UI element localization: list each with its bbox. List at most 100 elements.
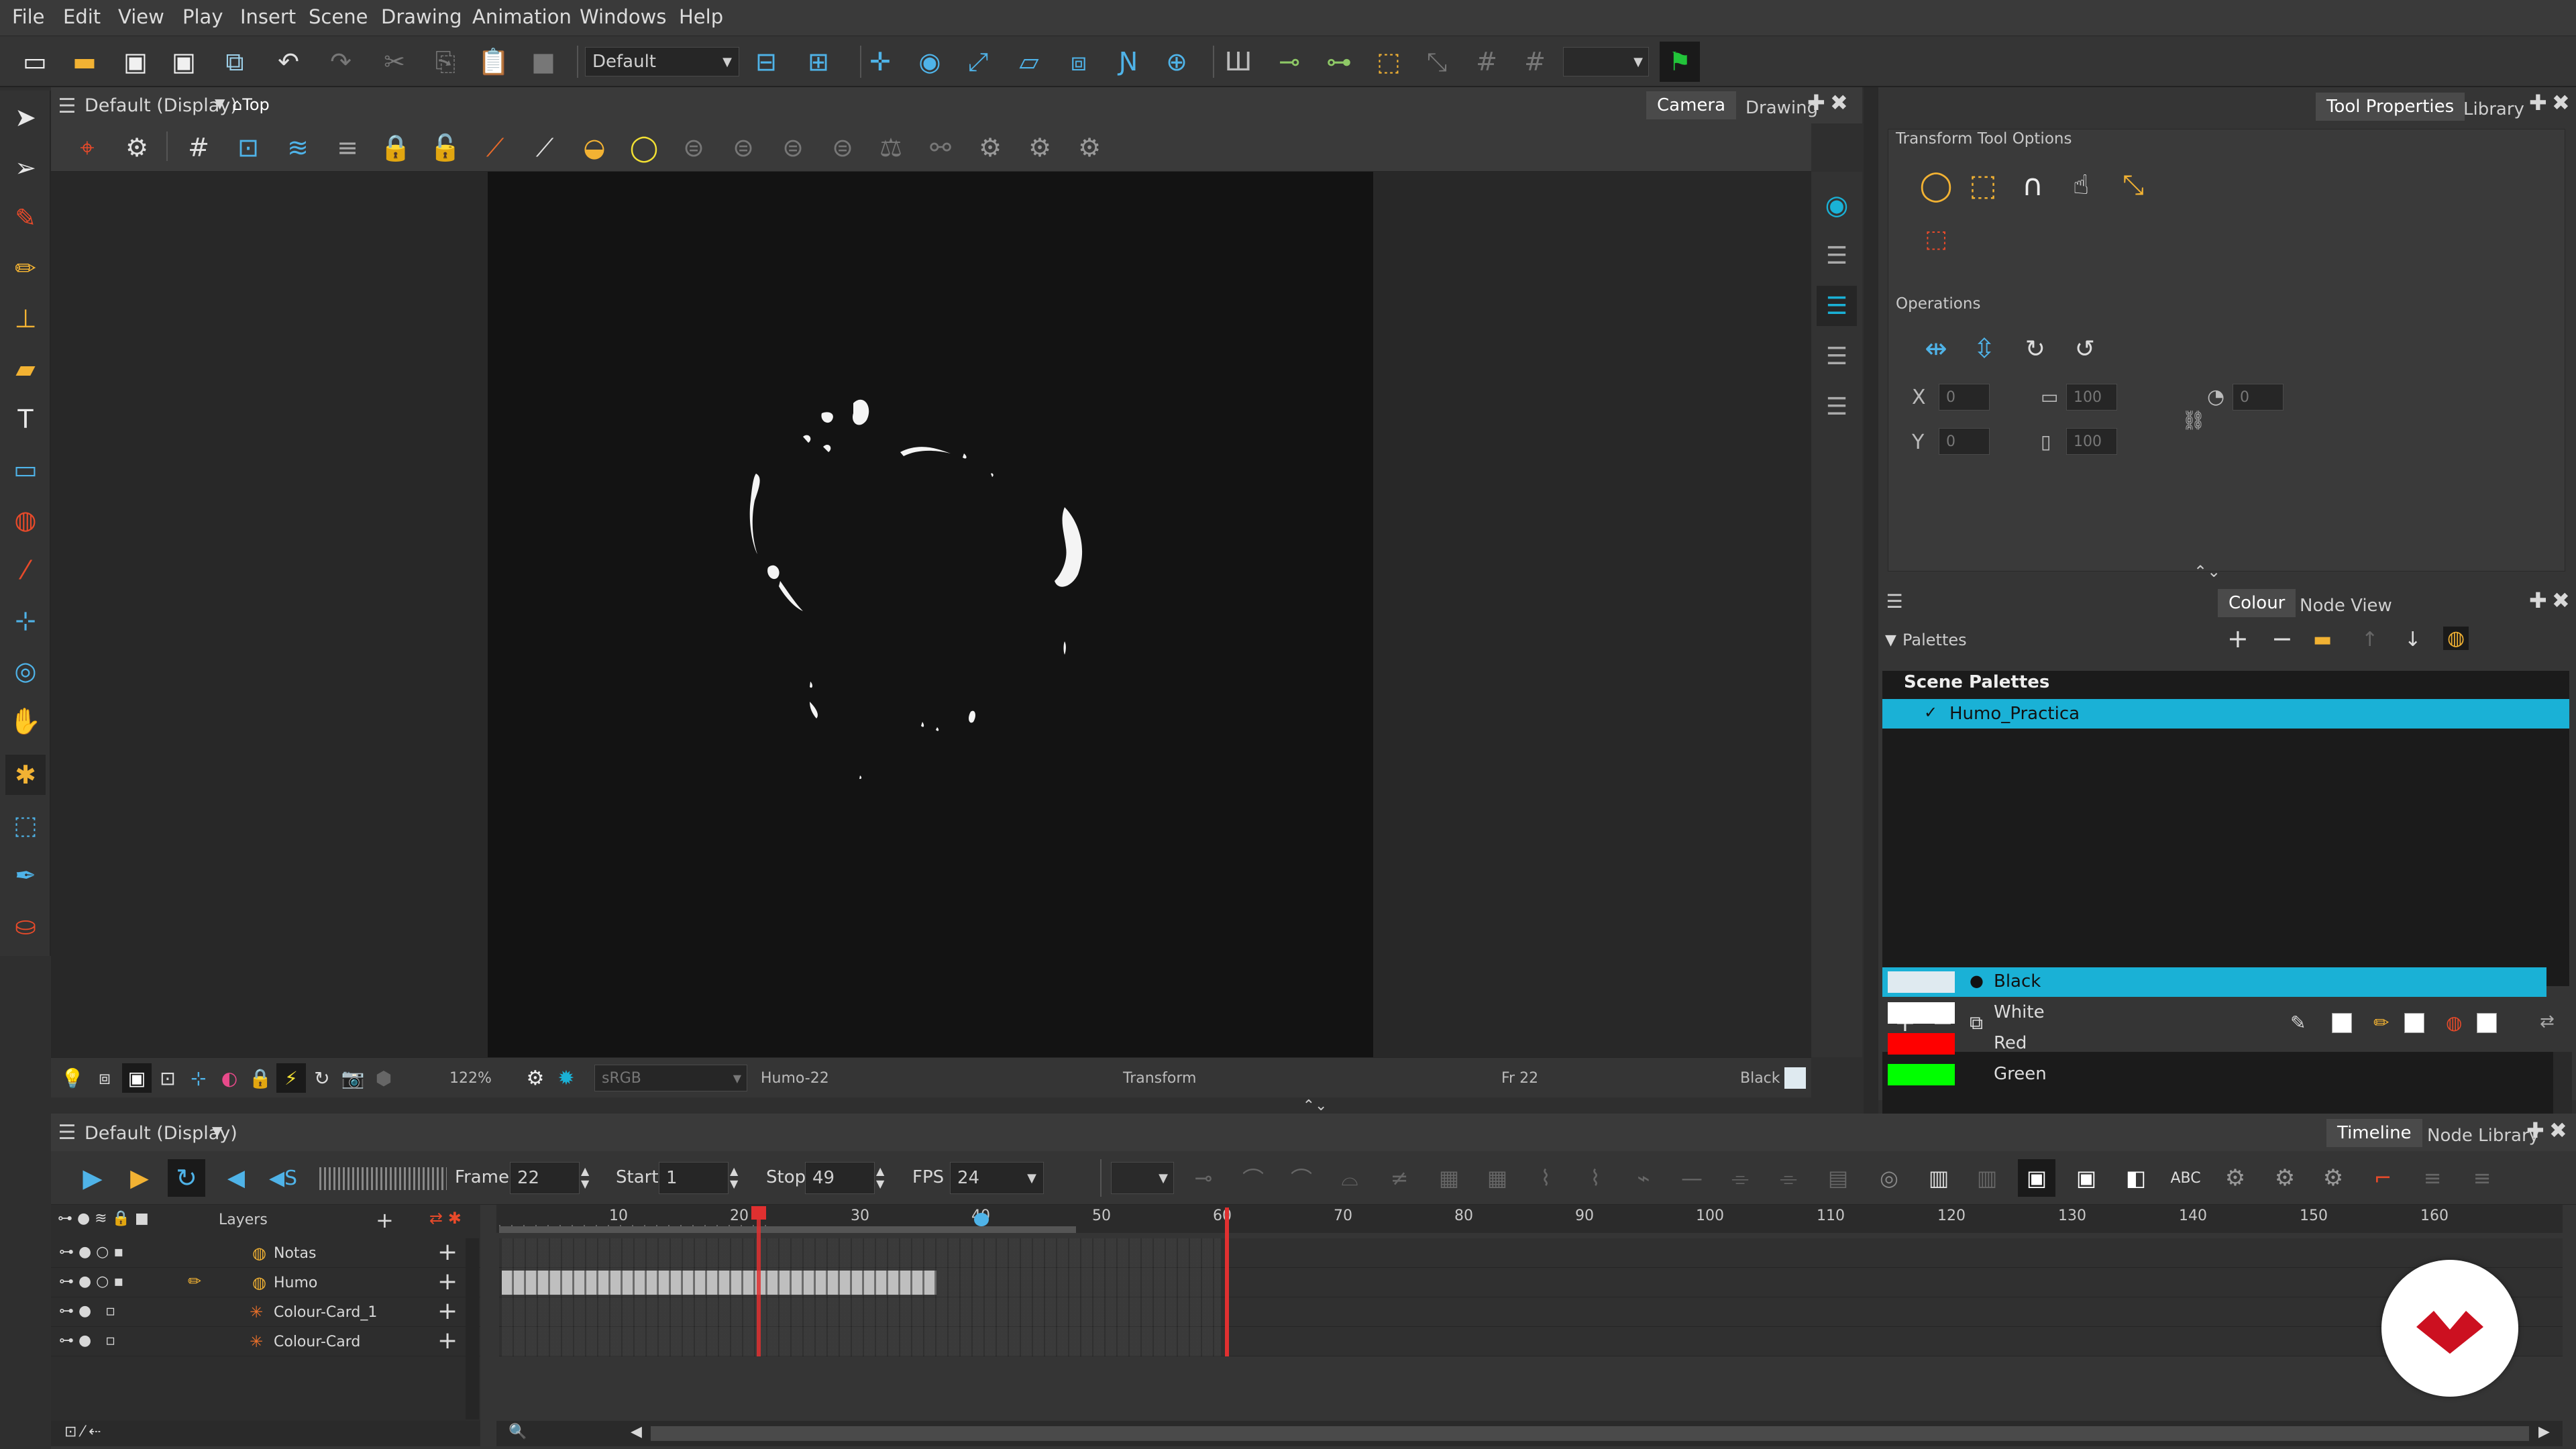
grid-lock-icon[interactable]: # <box>1466 42 1507 82</box>
playhead-handle[interactable] <box>751 1206 766 1220</box>
onion-skin-icon[interactable]: ≋ <box>278 127 318 168</box>
bounding-box-icon[interactable]: ⬚ <box>1916 219 1956 259</box>
close-icon[interactable]: ✖ <box>1830 90 1848 115</box>
tab-library[interactable]: Library <box>2453 95 2535 123</box>
close-panel-icon[interactable]: ✖ <box>2552 90 2570 115</box>
save-workspace-icon[interactable]: ⊞ <box>798 42 839 82</box>
paint-tool-icon[interactable]: ◍ <box>5 500 46 540</box>
tl-gear-b-icon[interactable]: ⚙ <box>2266 1159 2304 1197</box>
open-icon[interactable]: ▬ <box>64 42 105 82</box>
pin-icon[interactable]: ⌖ <box>67 127 107 168</box>
reset-icon[interactable]: ↻ <box>307 1063 337 1093</box>
add-timeline-icon[interactable]: ✚ <box>2526 1118 2544 1143</box>
chevron-down-icon[interactable]: ▼ <box>215 95 225 111</box>
lock-ratio-icon[interactable]: ⛓ <box>2182 409 2206 431</box>
layer-tools-icon[interactable]: ⇄ ✱ <box>429 1209 462 1228</box>
start-field[interactable]: 1 <box>659 1162 729 1194</box>
height-field[interactable]: 100 <box>2066 428 2117 455</box>
play-selection-icon[interactable]: ▶ <box>121 1159 158 1197</box>
stop-spinner-icon[interactable]: ▲ ▼ <box>876 1165 884 1190</box>
drawing-i-icon[interactable]: ▤ <box>1819 1159 1857 1197</box>
padlock-icon[interactable]: 🔒 <box>246 1063 275 1093</box>
safe-frame-icon[interactable]: ⊡ <box>153 1063 182 1093</box>
tab-timeline[interactable]: Timeline <box>2326 1119 2422 1147</box>
lock-icon[interactable]: 🔒 <box>376 127 416 168</box>
safe-area-icon[interactable]: ⊡ <box>228 127 268 168</box>
palettes-toggle-icon[interactable]: ▼ <box>1885 632 1896 649</box>
close-colour-panel-icon[interactable]: ✖ <box>2552 588 2570 613</box>
gear-c-icon[interactable]: ⚙ <box>1069 127 1110 168</box>
ruler-tool-icon[interactable]: ⟋ <box>525 127 565 168</box>
marquee-icon[interactable]: ⬚ <box>1963 165 2003 205</box>
tab-colour[interactable]: Colour <box>2218 589 2296 617</box>
bounding-box-icon[interactable]: ⬚ <box>1368 42 1409 82</box>
y-field[interactable]: 0 <box>1939 428 1990 455</box>
curve-c-icon[interactable]: ⌓ <box>1331 1159 1368 1197</box>
drawing-b-icon[interactable]: ▦ <box>1479 1159 1516 1197</box>
import-icon[interactable]: ⧉ <box>215 42 255 82</box>
reset-rotation-icon[interactable]: ◉ <box>910 42 950 82</box>
colour-row-green[interactable] <box>1882 1060 2546 1089</box>
rigging-tool-icon[interactable]: ✱ <box>5 755 46 795</box>
save-as-icon[interactable]: ▣ <box>164 42 204 82</box>
eraser-tool-icon[interactable]: ▰ <box>5 349 46 389</box>
layer-row-colour-card-1[interactable]: ⊶ ● ▫ ✳ Colour-Card_1 + <box>51 1297 480 1327</box>
menu-scene[interactable]: Scene <box>309 5 368 28</box>
tl-list-icon[interactable]: ≡ <box>2414 1159 2451 1197</box>
timeline-grid-icon[interactable]: ▥ <box>1920 1159 1957 1197</box>
loop-icon[interactable]: ↻ <box>168 1159 205 1197</box>
close-timeline-icon[interactable]: ✖ <box>2549 1118 2567 1143</box>
drawing-canvas[interactable] <box>488 172 1373 1057</box>
curve-d-icon[interactable]: ≠ <box>1381 1159 1418 1197</box>
colour-row-white[interactable] <box>1882 998 2546 1028</box>
sun-icon[interactable]: ✹ <box>551 1063 581 1093</box>
timeline-dropdown-icon[interactable]: ▼ <box>212 1123 222 1139</box>
timeline-menu-icon[interactable]: ☰ <box>54 1119 80 1146</box>
redo-icon[interactable]: ↷ <box>321 42 361 82</box>
quick-select[interactable]: ▼ <box>1563 47 1649 76</box>
frame-spinner-icon[interactable]: ▲ ▼ <box>581 1165 589 1190</box>
rectangle-tool-icon[interactable]: ▭ <box>5 449 46 490</box>
light-table-icon[interactable]: ≡ <box>327 127 368 168</box>
bulb-icon[interactable]: ◯ <box>624 127 664 168</box>
flip-vertical-icon[interactable]: ⇳ <box>1964 329 2004 369</box>
mask-icon[interactable]: ◐ <box>215 1063 244 1093</box>
hand-tool-icon[interactable]: ✋ <box>5 701 46 741</box>
lightning-icon[interactable]: ⚡ <box>276 1063 306 1093</box>
add-palette-icon[interactable]: + <box>2227 624 2249 653</box>
light-icon[interactable]: 💡 <box>58 1063 87 1093</box>
layer-b-icon[interactable]: ⊜ <box>723 127 763 168</box>
playhead[interactable] <box>757 1208 761 1356</box>
grid-unlock-icon[interactable]: # <box>1515 42 1555 82</box>
key-icon[interactable]: ▣ <box>2018 1159 2055 1197</box>
rotate-tool-icon[interactable]: ◎ <box>5 651 46 691</box>
select-cursor-icon[interactable]: ☝ <box>2061 165 2101 205</box>
gear-icon[interactable]: ⚙ <box>521 1063 550 1093</box>
layer-toggles-icon[interactable]: ⊶ ● ▫ <box>59 1332 115 1349</box>
settings-icon[interactable]: ⚙ <box>117 127 157 168</box>
tab-node-view[interactable]: Node View <box>2289 592 2403 620</box>
layer-add-icon[interactable]: + <box>437 1297 458 1325</box>
move-down-icon[interactable]: ↓ <box>2404 628 2421 651</box>
tab-tool-properties[interactable]: Tool Properties <box>2316 93 2465 121</box>
scale-icon[interactable]: ⚖ <box>871 127 911 168</box>
layer-scrollbar[interactable] <box>466 1238 479 1419</box>
stop-field[interactable]: 49 <box>805 1162 875 1194</box>
view-mode[interactable]: ⌂Top <box>232 95 270 114</box>
layer-add-icon[interactable]: + <box>437 1327 458 1354</box>
menu-animation[interactable]: Animation <box>472 5 572 28</box>
dropper-tool-icon[interactable]: ⁄ <box>5 550 46 590</box>
paste-icon[interactable]: 📋 <box>474 42 514 82</box>
abc-icon[interactable]: ABC <box>2167 1159 2204 1197</box>
peg-select-icon[interactable]: ⤡ <box>2113 165 2153 205</box>
palette-row[interactable]: ✓ Humo_Practica <box>1882 699 2569 729</box>
layer-a-icon[interactable]: ⊜ <box>674 127 714 168</box>
ensure-frame-icon[interactable]: ⧈ <box>1059 42 1099 82</box>
menu-drawing[interactable]: Drawing <box>381 5 462 28</box>
panel-splitter[interactable] <box>1864 87 1878 1114</box>
ease-select[interactable]: ▼ <box>1111 1162 1174 1194</box>
menu-help[interactable]: Help <box>679 5 723 28</box>
drawing-f-icon[interactable]: — <box>1673 1159 1711 1197</box>
brush-tool-icon[interactable]: ✎ <box>5 198 46 238</box>
palette-style-icon[interactable]: ◍ <box>2443 627 2469 650</box>
